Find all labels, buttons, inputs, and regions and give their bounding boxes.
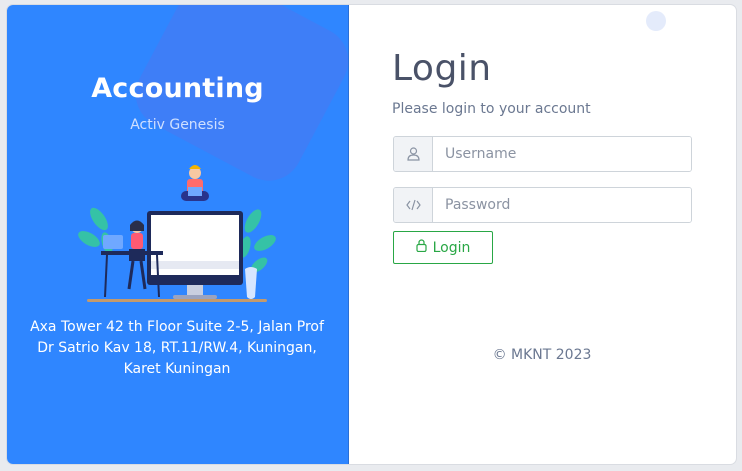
lock-icon bbox=[416, 239, 427, 256]
login-form-panel: Login Please login to your account Usern… bbox=[348, 5, 736, 464]
brand-subtitle: Activ Genesis bbox=[130, 117, 225, 133]
copyright-footer: © MKNT 2023 bbox=[492, 347, 592, 363]
login-title: Login bbox=[392, 48, 492, 89]
username-field-group bbox=[393, 136, 692, 172]
password-input[interactable] bbox=[433, 188, 691, 222]
workspace-illustration bbox=[78, 165, 276, 302]
brand-panel: Accounting Activ Genesis Axa Tower 42 th… bbox=[7, 5, 349, 464]
login-button[interactable]: Login bbox=[393, 231, 493, 264]
login-card: Accounting Activ Genesis Axa Tower 42 th… bbox=[7, 5, 736, 464]
password-field-group bbox=[393, 187, 692, 223]
company-address: Axa Tower 42 th Floor Suite 2-5, Jalan P… bbox=[30, 319, 324, 377]
user-icon bbox=[394, 137, 433, 171]
decorative-dot bbox=[646, 11, 666, 31]
code-icon bbox=[394, 188, 433, 222]
username-input[interactable] bbox=[433, 137, 691, 171]
login-hint: Please login to your account bbox=[392, 101, 591, 117]
login-button-label: Login bbox=[432, 239, 471, 256]
brand-title: Accounting bbox=[91, 73, 264, 104]
